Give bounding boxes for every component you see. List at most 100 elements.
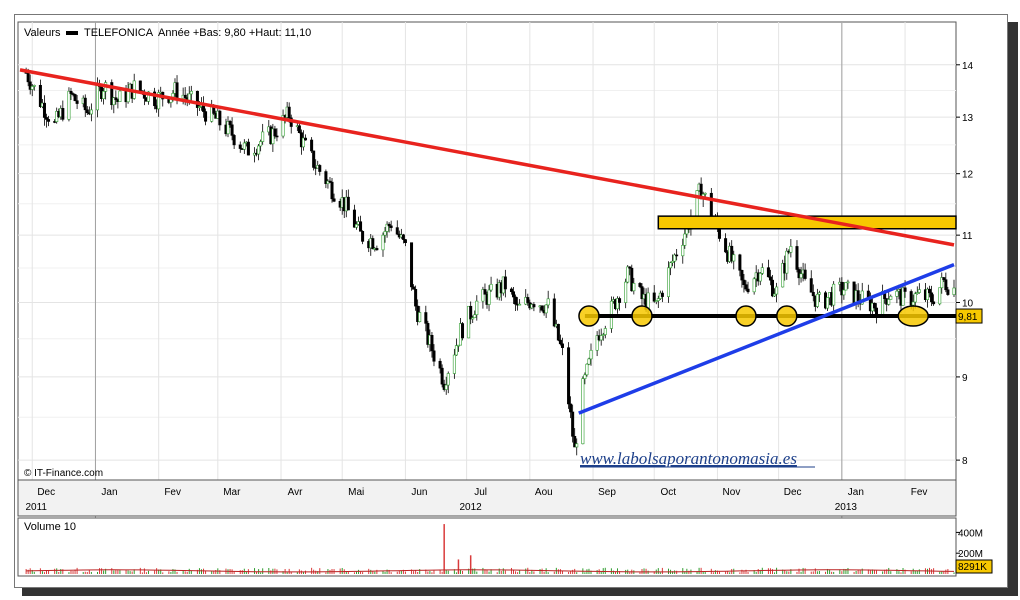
support-value-label: 9,81 xyxy=(958,312,978,323)
candle-down xyxy=(771,279,775,297)
candle-up xyxy=(681,245,685,257)
candle-down xyxy=(569,403,573,413)
candle-up xyxy=(589,349,593,360)
x-month-label: Jul xyxy=(474,487,487,498)
candle-up xyxy=(603,328,607,335)
candle-down xyxy=(558,339,562,345)
candle-down xyxy=(246,141,250,156)
candle-down xyxy=(430,334,434,352)
candle-down xyxy=(795,246,799,270)
x-year-label: 2013 xyxy=(835,502,858,513)
candle-up xyxy=(242,142,246,150)
candle-up xyxy=(473,314,477,318)
y-tick-label: 10 xyxy=(962,298,974,309)
candle-down xyxy=(811,291,815,297)
candle-down xyxy=(47,119,51,122)
candle-down xyxy=(230,124,234,136)
candle-up xyxy=(789,246,793,253)
candle-up xyxy=(632,283,636,292)
candle-up xyxy=(381,234,385,251)
candle-up xyxy=(489,283,493,291)
candle-up xyxy=(546,298,550,306)
x-month-label: Sep xyxy=(598,487,616,498)
x-month-label: Mar xyxy=(223,487,241,498)
candle-down xyxy=(275,135,279,138)
candle-down xyxy=(138,80,142,92)
candle-down xyxy=(359,221,363,232)
candle-up xyxy=(102,91,106,99)
legend-swatch xyxy=(66,31,78,35)
y-tick-label: 12 xyxy=(962,170,974,181)
candle-down xyxy=(238,144,242,149)
y-tick-label: 14 xyxy=(962,61,974,72)
x-month-label: Dec xyxy=(37,487,55,498)
candle-up xyxy=(583,374,587,379)
candle-down xyxy=(724,238,728,253)
chart-canvas: 9,81 8 9 10 11 12 13 14 Valeurs TELEFONICA Ann… xyxy=(17,21,993,577)
candle-down xyxy=(512,291,516,298)
candle-up xyxy=(446,373,450,386)
candle-up xyxy=(887,299,891,305)
candle-down xyxy=(709,192,713,219)
candle-down xyxy=(287,106,291,119)
volume-panel xyxy=(17,517,957,577)
candle-up xyxy=(683,233,687,246)
candle-down xyxy=(928,288,932,294)
candle-down xyxy=(83,97,87,111)
candle-down xyxy=(809,278,813,293)
candle-down xyxy=(371,238,375,250)
candle-down xyxy=(483,289,487,295)
candle-down xyxy=(42,102,46,118)
x-month-label: Jan xyxy=(101,487,117,498)
candle-down xyxy=(652,292,656,302)
x-year-label: 2011 xyxy=(25,502,47,513)
y-tick-label: 13 xyxy=(962,113,974,124)
candle-down xyxy=(461,323,465,339)
y-tick-label: 8 xyxy=(962,456,968,467)
candle-up xyxy=(703,192,707,195)
candle-up xyxy=(585,363,589,376)
candle-up xyxy=(587,358,591,365)
candle-down xyxy=(61,108,65,120)
candle-up xyxy=(815,293,819,307)
candle-up xyxy=(544,304,548,314)
x-month-label: Avr xyxy=(288,487,303,498)
candle-down xyxy=(304,137,308,141)
candle-down xyxy=(401,234,405,240)
x-month-label: Fev xyxy=(911,487,928,498)
candle-down xyxy=(412,286,416,290)
candle-down xyxy=(346,196,350,211)
candle-down xyxy=(552,298,556,327)
candle-up xyxy=(187,93,191,101)
candle-down xyxy=(532,304,536,308)
candle-down xyxy=(75,100,79,104)
candle-up xyxy=(669,262,673,269)
candle-down xyxy=(218,110,222,126)
candle-down xyxy=(742,279,746,285)
x-month-label: Jun xyxy=(411,487,427,498)
website-link[interactable]: www.labolsaporantonomasia.es xyxy=(580,449,797,468)
candle-up xyxy=(575,443,579,448)
candle-down xyxy=(618,298,622,303)
candle-down xyxy=(744,284,748,290)
candle-down xyxy=(803,269,807,279)
candle-down xyxy=(872,302,876,309)
candle-up xyxy=(257,145,261,155)
candle-down xyxy=(232,135,236,146)
candle-down xyxy=(273,128,277,137)
candle-down xyxy=(410,242,414,288)
candle-up xyxy=(67,90,71,120)
candle-up xyxy=(752,278,756,293)
candle-up xyxy=(832,283,836,306)
x-month-label: Nov xyxy=(723,487,741,498)
candle-up xyxy=(599,335,603,341)
candle-down xyxy=(903,287,907,292)
candle-up xyxy=(666,267,670,297)
candle-up xyxy=(171,93,175,98)
x-axis-band xyxy=(17,479,957,517)
candle-down xyxy=(297,125,301,133)
candle-up xyxy=(518,303,522,306)
candle-up xyxy=(911,301,915,306)
candle-up xyxy=(695,190,699,218)
candle-up xyxy=(487,289,491,305)
